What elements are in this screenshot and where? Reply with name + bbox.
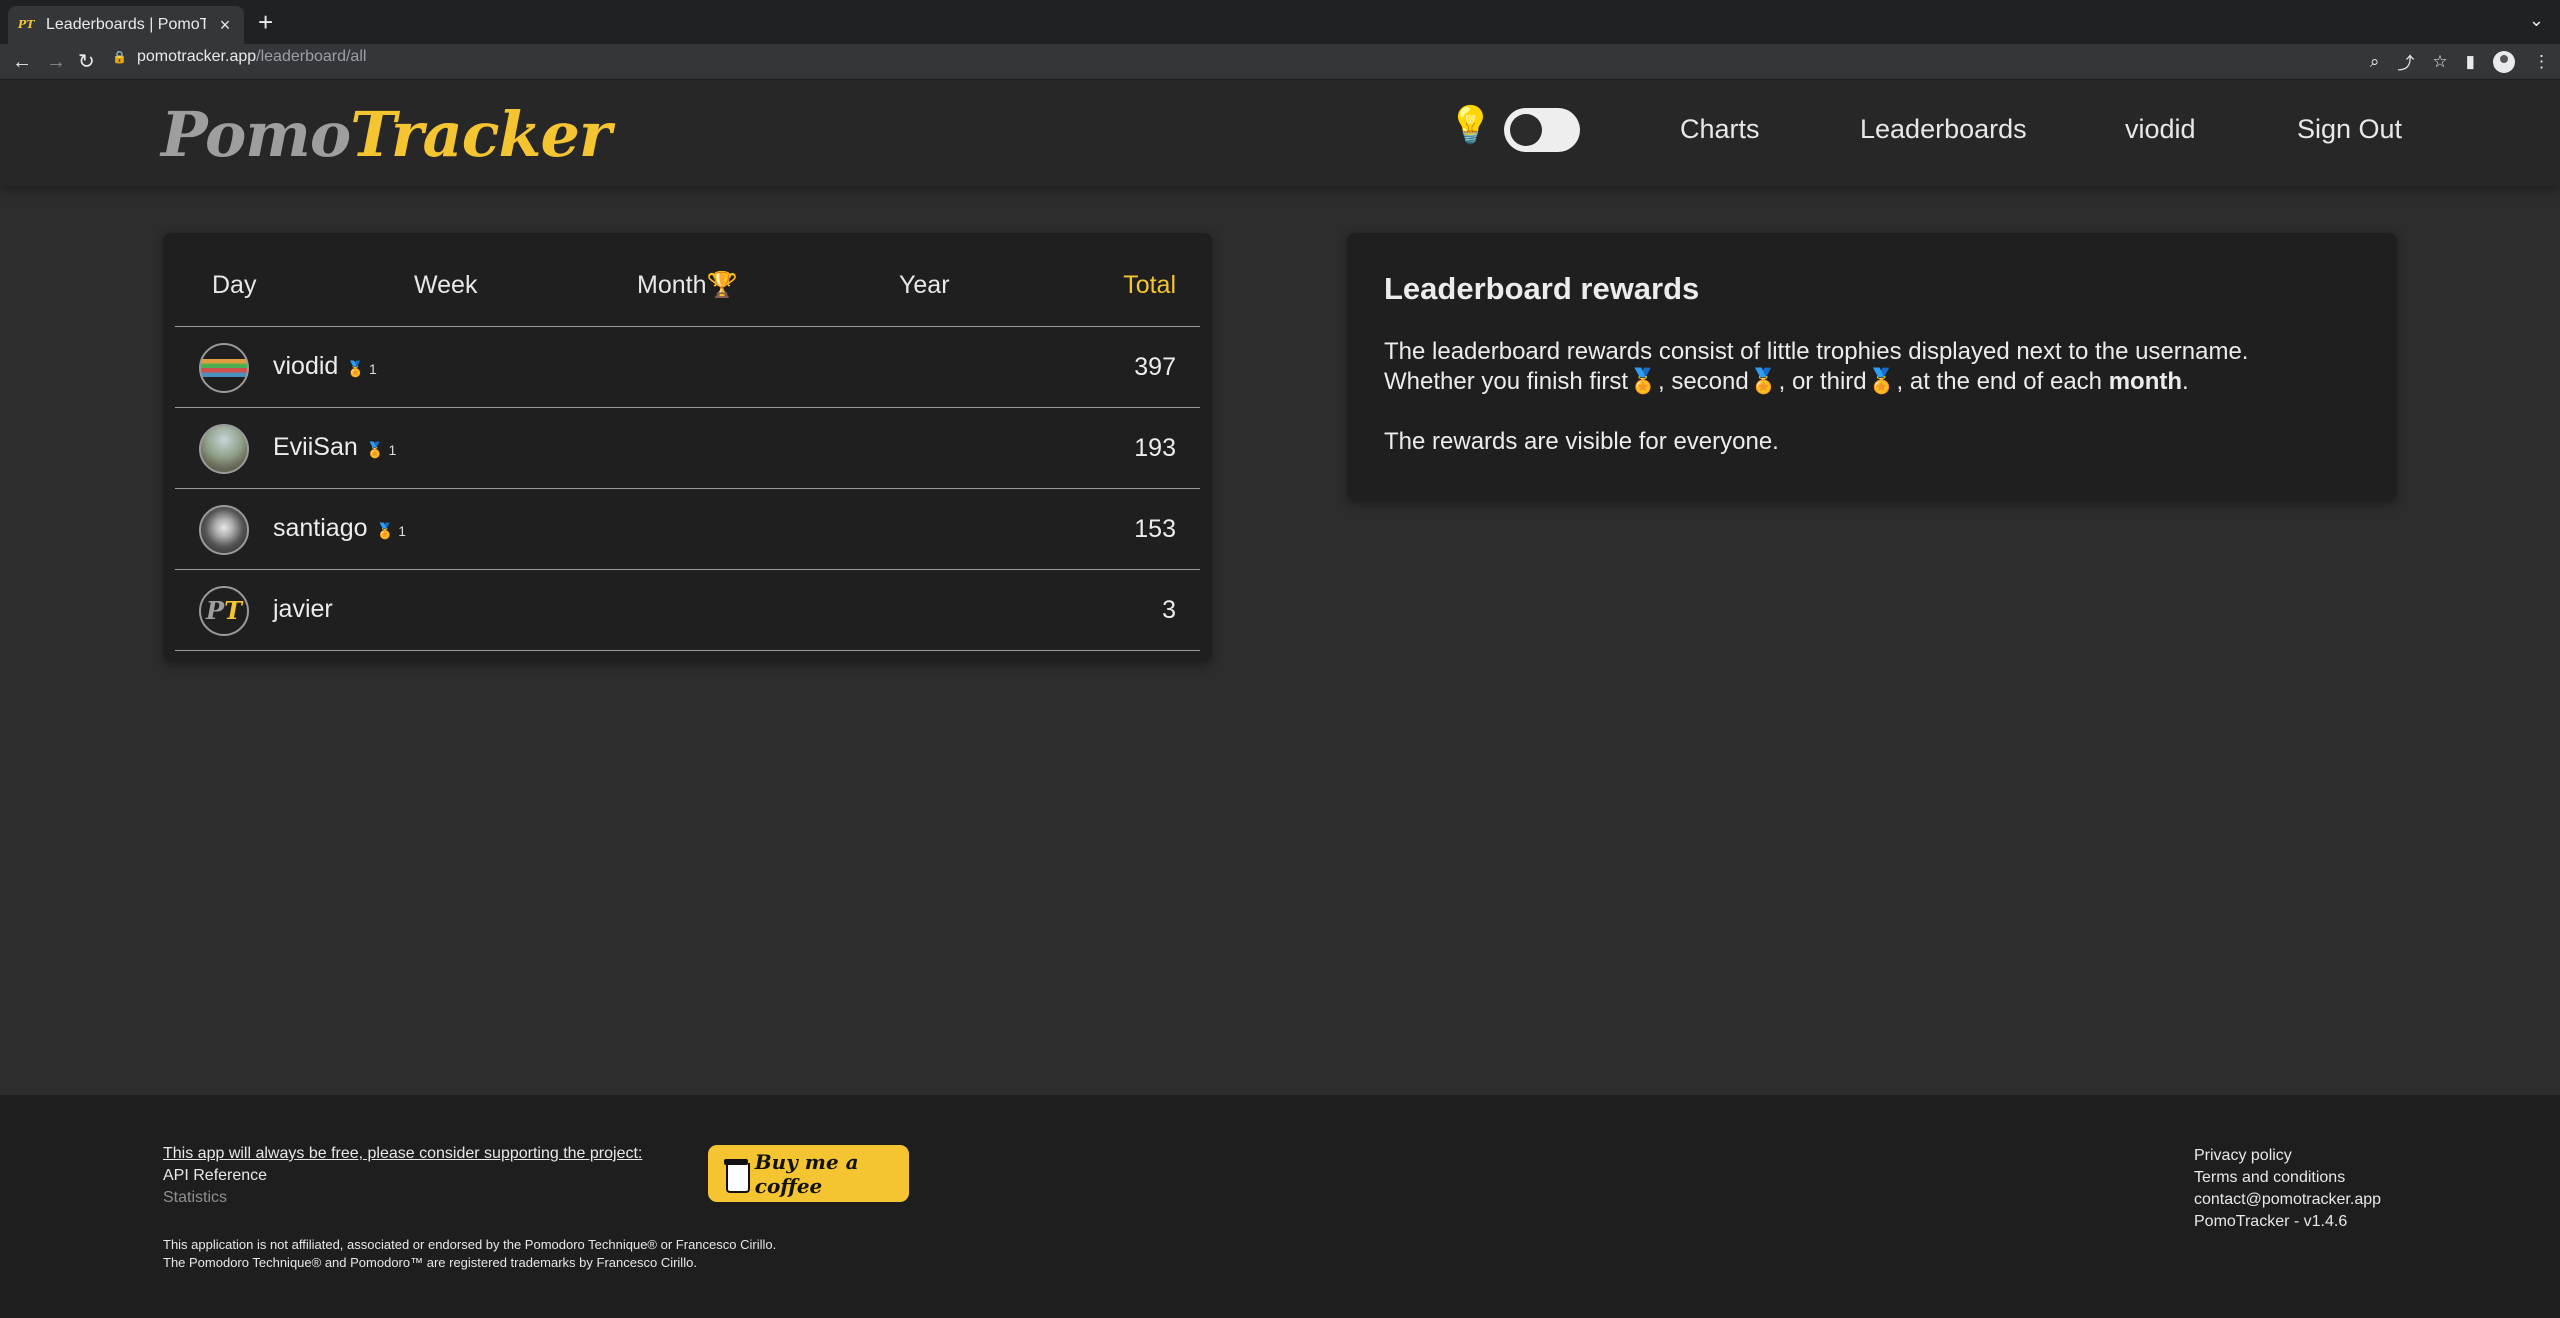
back-arrow-icon[interactable]: ← — [12, 50, 32, 74]
silver-medal-icon: 🏅 — [365, 442, 385, 459]
zoom-icon[interactable]: ⌕ — [2370, 52, 2380, 72]
logo-tracker: Tracker — [350, 98, 611, 171]
leaderboard-card: Day Week Month🏆 Year Total viodid 🏅 1 397… — [163, 233, 1212, 662]
url-host: pomotracker.app — [136, 48, 257, 65]
theme-toggle[interactable] — [1504, 108, 1580, 152]
leaderboard-row: viodid 🏅 1 397 — [175, 327, 1200, 408]
forward-arrow-icon[interactable]: → — [46, 50, 66, 74]
app-header: PomoTracker 💡 Charts Leaderboards viodid… — [0, 80, 2560, 186]
more-menu-icon[interactable]: ⋮ — [2533, 52, 2550, 72]
avatar — [199, 505, 249, 555]
username[interactable]: santiago — [273, 514, 368, 543]
gold-medal-icon: 🏅 — [346, 361, 366, 378]
trophy-icon: 🏆 — [706, 271, 738, 299]
close-tab-icon[interactable]: × — [216, 15, 234, 36]
silver-medal-icon: 🏅 — [1748, 368, 1779, 395]
rewards-text: , at the end of each — [1896, 368, 2103, 395]
medal-count: 1 — [388, 442, 397, 458]
rewards-title: Leaderboard rewards — [1384, 271, 1700, 306]
medal-count: 1 — [398, 523, 407, 539]
address-bar: ← → ↻ 🔒 pomotracker.app/leaderboard/all … — [0, 44, 2560, 80]
browser-tab[interactable]: PT Leaderboards | PomoTrac × — [8, 6, 244, 44]
coffee-cup-icon — [724, 1157, 750, 1193]
bookmark-star-icon[interactable]: ☆ — [2432, 52, 2447, 72]
toggle-knob — [1510, 114, 1542, 146]
tab-total[interactable]: Total — [1123, 271, 1176, 300]
username[interactable]: viodid — [273, 352, 338, 381]
privacy-policy-link[interactable]: Privacy policy — [2194, 1145, 2381, 1167]
nav-user[interactable]: viodid — [2125, 114, 2196, 145]
rewards-text: Whether you finish first — [1384, 368, 1629, 395]
url-field[interactable]: 🔒 pomotracker.app/leaderboard/all — [112, 48, 366, 66]
bronze-medal-icon: 🏅 — [1866, 368, 1897, 395]
tab-month[interactable]: Month🏆 — [637, 271, 738, 300]
favicon-icon: PT — [18, 18, 35, 31]
rewards-text: , second — [1657, 368, 1749, 395]
lock-icon: 🔒 — [112, 50, 127, 64]
logo-pomo: Pomo — [161, 98, 351, 171]
share-icon[interactable]: ⤴ — [2397, 49, 2414, 74]
rewards-description: The leaderboard rewards consist of littl… — [1384, 337, 2360, 397]
nav-sign-out[interactable]: Sign Out — [2297, 114, 2402, 145]
tab-year[interactable]: Year — [899, 271, 950, 300]
rewards-bold: month — [2108, 368, 2183, 395]
coffee-label: Buy me a coffee — [754, 1149, 859, 1198]
rewards-text: , or third — [1778, 368, 1867, 395]
lightbulb-icon: 💡 — [1448, 104, 1493, 145]
terms-link[interactable]: Terms and conditions — [2194, 1167, 2381, 1189]
footer-links: Privacy policy Terms and conditions cont… — [2194, 1145, 2381, 1233]
contact-link[interactable]: contact@pomotracker.app — [2194, 1189, 2381, 1211]
avatar — [199, 424, 249, 474]
browser-tab-bar: PT Leaderboards | PomoTrac × + ⌄ — [0, 0, 2560, 44]
score: 153 — [1134, 515, 1176, 543]
leaderboard-row: santiago 🏅 1 153 — [175, 489, 1200, 570]
url-path: /leaderboard/all — [256, 48, 367, 65]
reload-icon[interactable]: ↻ — [78, 50, 95, 74]
score: 193 — [1134, 434, 1176, 462]
rewards-text: . — [2182, 368, 2189, 395]
tab-day[interactable]: Day — [212, 271, 256, 300]
disclaimer-line: This application is not affiliated, asso… — [163, 1237, 777, 1252]
new-tab-icon[interactable]: + — [258, 8, 273, 36]
avatar: PT — [199, 586, 249, 636]
tab-month-label: Month — [637, 271, 707, 299]
rewards-text: The leaderboard rewards consist of littl… — [1384, 338, 2249, 365]
username[interactable]: javier — [273, 595, 333, 624]
nav-leaderboards[interactable]: Leaderboards — [1860, 114, 2027, 145]
score: 397 — [1134, 353, 1176, 381]
leaderboard-row: PT javier 3 — [175, 570, 1200, 651]
rewards-visibility: The rewards are visible for everyone. — [1384, 428, 1779, 455]
bronze-medal-icon: 🏅 — [375, 523, 395, 540]
version-label: PomoTracker - v1.4.6 — [2194, 1213, 2348, 1230]
buy-me-a-coffee-button[interactable]: Buy me a coffee — [708, 1145, 909, 1202]
gold-medal-icon: 🏅 — [1628, 368, 1658, 395]
tab-title: Leaderboards | PomoTrac — [46, 16, 206, 33]
footer: This app will always be free, please con… — [0, 1095, 2560, 1318]
medal-count: 1 — [369, 361, 377, 377]
pomotracker-logo[interactable]: PomoTracker — [161, 98, 612, 171]
api-reference-link[interactable]: API Reference — [163, 1167, 267, 1185]
tab-search-chevron-icon[interactable]: ⌄ — [2529, 10, 2544, 31]
disclaimer: This application is not affiliated, asso… — [163, 1236, 776, 1272]
statistics-link[interactable]: Statistics — [163, 1189, 227, 1207]
support-link[interactable]: This app will always be free, please con… — [163, 1145, 642, 1163]
nav-charts[interactable]: Charts — [1680, 114, 1760, 145]
leaderboard-tabs: Day Week Month🏆 Year Total — [175, 233, 1200, 327]
address-bar-actions: ⌕ ⤴ ☆ ▮ ⋮ — [2370, 49, 2550, 74]
score: 3 — [1162, 596, 1176, 624]
avatar — [199, 343, 249, 393]
side-panel-icon[interactable]: ▮ — [2466, 52, 2475, 72]
username[interactable]: EviiSan — [273, 433, 358, 462]
profile-avatar-icon[interactable] — [2493, 50, 2515, 73]
leaderboard-row: EviiSan 🏅 1 193 — [175, 408, 1200, 489]
rewards-card: Leaderboard rewards The leaderboard rewa… — [1347, 233, 2397, 501]
tab-week[interactable]: Week — [414, 271, 477, 300]
disclaimer-line: The Pomodoro Technique® and Pomodoro™ ar… — [163, 1255, 697, 1270]
